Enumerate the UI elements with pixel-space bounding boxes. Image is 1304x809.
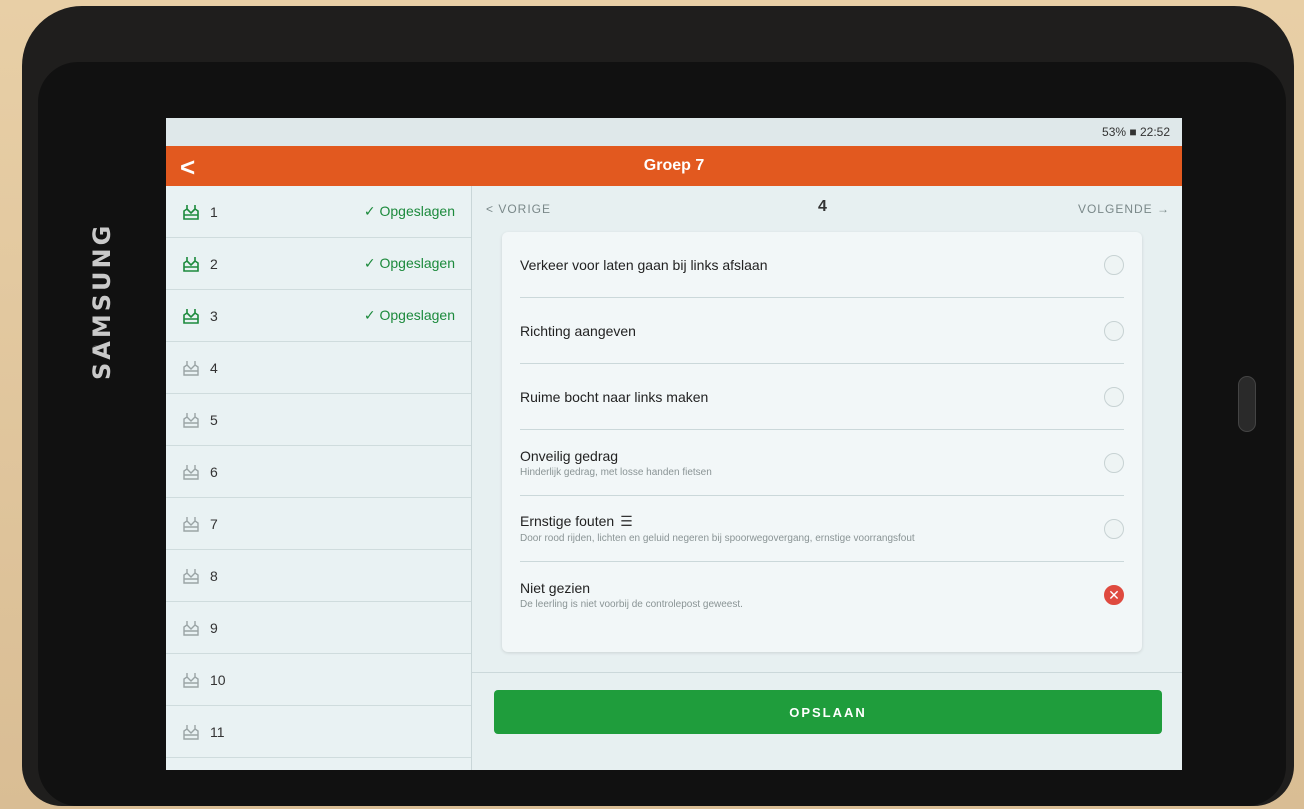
sidebar-item-label: 7 (210, 515, 218, 532)
question-label: Richting aangeven (520, 322, 636, 339)
sidebar-item-label: 5 (210, 411, 218, 428)
question-row[interactable]: Niet gezien De leerling is niet voorbij … (520, 562, 1124, 628)
sidebar-item-7[interactable]: 7 (166, 498, 471, 550)
question-row[interactable]: Onveilig gedrag Hinderlijk gedrag, met l… (520, 430, 1124, 496)
vest-icon (182, 464, 200, 480)
sidebar-item-label: 4 (210, 359, 218, 376)
status-bar: 53% ■ 22:52 (166, 118, 1182, 146)
vest-icon (182, 724, 200, 740)
sidebar-item-11[interactable]: 11 (166, 706, 471, 758)
status-text: 53% ■ 22:52 (1102, 125, 1170, 139)
sidebar-item-9[interactable]: 9 (166, 602, 471, 654)
divider (472, 672, 1182, 673)
sidebar-item-label: 2 (210, 255, 218, 272)
question-row[interactable]: Verkeer voor laten gaan bij links afslaa… (520, 232, 1124, 298)
question-description: Door rood rijden, lichten en geluid nege… (520, 533, 915, 544)
sidebar-item-8[interactable]: 8 (166, 550, 471, 602)
sidebar-item-6[interactable]: 6 (166, 446, 471, 498)
back-button[interactable]: < (180, 152, 195, 183)
saved-status: ✓ Opgeslagen (363, 203, 455, 219)
mark-radio[interactable] (1104, 320, 1124, 341)
sidebar-item-3[interactable]: 3 ✓ Opgeslagen (166, 290, 471, 342)
vest-icon (182, 620, 200, 636)
question-description: Hinderlijk gedrag, met losse handen fiet… (520, 466, 712, 478)
question-label: Ernstige fouten (520, 513, 615, 529)
pager: < VORIGE 4 VOLGENDE → (472, 186, 1182, 232)
question-description: De leerling is niet voorbij de controlep… (520, 599, 743, 610)
sidebar-item-label: 9 (210, 619, 218, 636)
page-title: Groep 7 (643, 157, 705, 174)
sidebar-item-label: 1 (210, 203, 218, 220)
sidebar-item-label: 6 (210, 463, 218, 480)
sidebar-item-1[interactable]: 1 ✓ Opgeslagen (166, 186, 471, 238)
question-card: Verkeer voor laten gaan bij links afslaa… (502, 232, 1142, 652)
mark-radio[interactable] (1104, 452, 1124, 473)
vest-icon (182, 204, 200, 220)
sidebar-item-10[interactable]: 10 (166, 654, 471, 706)
question-label: Niet gezien (520, 580, 591, 596)
saved-status: ✓ Opgeslagen (363, 307, 455, 323)
sidebar-item-4[interactable]: 4 (166, 342, 471, 394)
close-icon[interactable]: ✕ (1104, 585, 1124, 605)
sidebar-item-5[interactable]: 5 (166, 394, 471, 446)
home-button[interactable] (1238, 376, 1256, 432)
vest-icon (182, 568, 200, 584)
next-button[interactable]: VOLGENDE → (1078, 202, 1170, 216)
mark-radio[interactable] (1104, 518, 1124, 539)
mark-radio[interactable] (1104, 386, 1124, 407)
vest-icon (182, 308, 200, 324)
save-button[interactable]: OPSLAAN (494, 690, 1162, 734)
device-brand: SAMSUNG (88, 222, 116, 380)
question-panel: < VORIGE 4 VOLGENDE → Verkeer voor laten… (472, 186, 1182, 770)
question-label: Onveilig gedrag (520, 447, 619, 464)
sidebar-item-label: 11 (210, 723, 225, 740)
question-row[interactable]: Ernstige fouten ☰ Door rood rijden, licht… (520, 496, 1124, 562)
question-row[interactable]: Richting aangeven (520, 298, 1124, 364)
question-label: Verkeer voor laten gaan bij links afslaa… (520, 256, 768, 273)
vest-icon (182, 672, 200, 688)
sidebar: 1 ✓ Opgeslagen 2 ✓ Opgeslagen 3 ✓ Opgesl… (166, 186, 472, 770)
sidebar-item-2[interactable]: 2 ✓ Opgeslagen (166, 238, 471, 290)
app-bar: < Groep 7 (166, 146, 1182, 186)
content-area: 1 ✓ Opgeslagen 2 ✓ Opgeslagen 3 ✓ Opgesl… (166, 186, 1182, 770)
question-label: Ruime bocht naar links maken (520, 388, 709, 405)
vest-icon (182, 360, 200, 376)
sidebar-item-label: 8 (210, 567, 218, 584)
mark-radio[interactable] (1104, 254, 1124, 275)
vest-icon (182, 412, 200, 428)
saved-status: ✓ Opgeslagen (363, 255, 455, 271)
question-row[interactable]: Ruime bocht naar links maken (520, 364, 1124, 430)
screen: 53% ■ 22:52 < Groep 7 1 ✓ Opgeslagen 2 ✓… (166, 118, 1182, 770)
vest-icon (182, 516, 200, 532)
list-icon[interactable]: ☰ (620, 513, 633, 529)
sidebar-item-label: 10 (210, 671, 226, 688)
previous-button[interactable]: < VORIGE (486, 202, 551, 216)
page-number: 4 (818, 198, 828, 215)
vest-icon (182, 256, 200, 272)
sidebar-item-label: 3 (210, 307, 218, 324)
